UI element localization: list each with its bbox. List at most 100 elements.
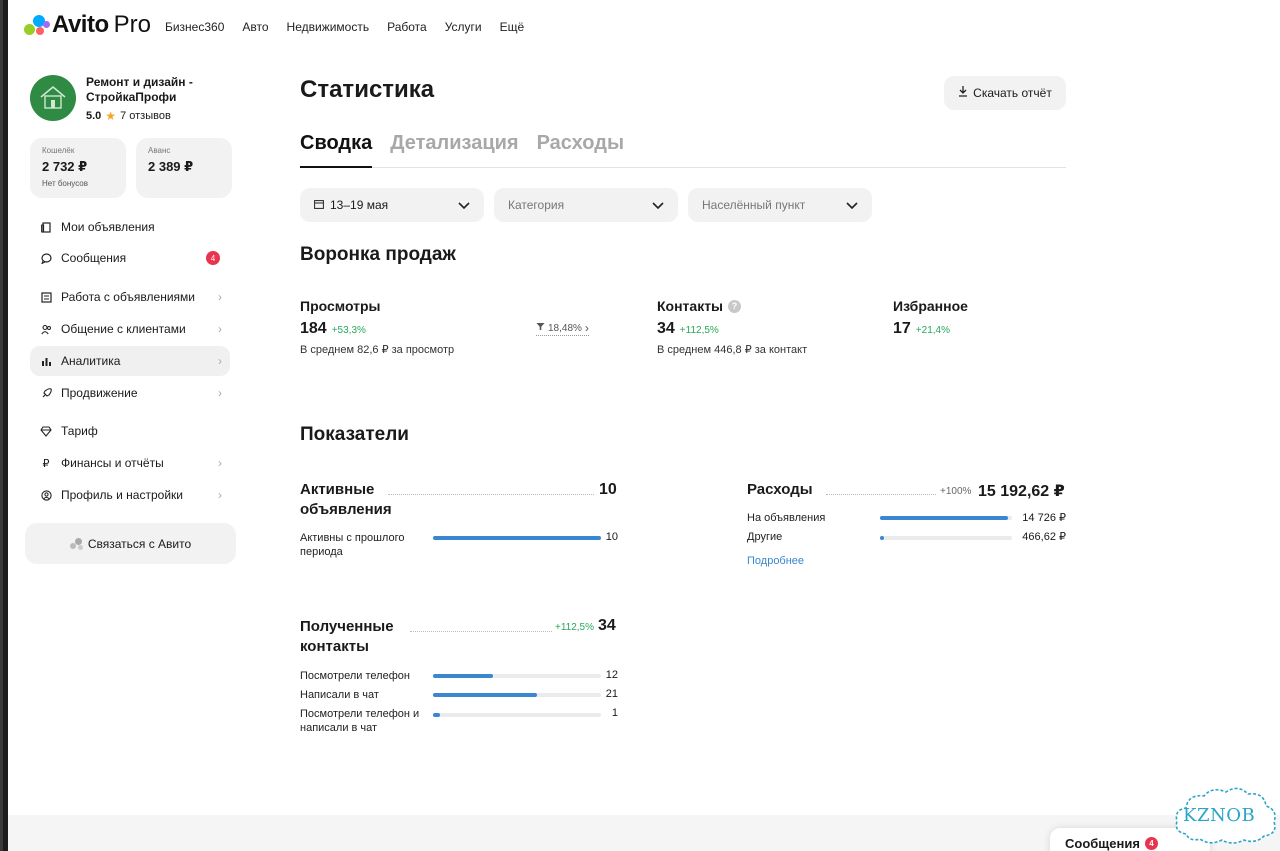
conversion-value: 18,48% <box>548 322 582 334</box>
chevron-right-icon: › <box>218 322 222 336</box>
city-placeholder: Населённый пункт <box>702 198 806 212</box>
city-select[interactable]: Населённый пункт <box>688 188 872 222</box>
views-average: В среднем 82,6 ₽ за просмотр <box>300 344 455 356</box>
contacts-chat-value: 21 <box>605 688 618 700</box>
contacts-average: В среднем 446,8 ₽ за контакт <box>657 344 808 356</box>
expenses-title: Расходы <box>747 481 813 498</box>
dotted-leader <box>410 631 552 632</box>
expenses-value: 15 192,62 ₽ <box>978 483 1065 500</box>
download-icon <box>958 86 968 100</box>
chevron-right-icon: › <box>218 354 222 368</box>
expenses-ads-value: 14 726 ₽ <box>1022 512 1066 524</box>
stats-tabs: Сводка Детализация Расходы <box>300 130 1066 168</box>
date-range-value: 13–19 мая <box>330 198 389 212</box>
sidebar-item-my-ads[interactable]: Мои объявления <box>30 212 230 242</box>
dotted-leader <box>826 494 936 495</box>
contacts-both-value: 1 <box>611 707 618 719</box>
sidebar-item-analytics[interactable]: Аналитика › <box>30 346 230 376</box>
page-title: Статистика <box>300 76 435 103</box>
sidebar-item-label: Работа с объявлениями <box>61 290 195 304</box>
favorites-delta: +21,4% <box>915 325 950 336</box>
sidebar-item-finance[interactable]: ₽ Финансы и отчёты › <box>30 448 230 478</box>
sidebar-item-label: Финансы и отчёты <box>61 456 164 470</box>
date-range-select[interactable]: 13–19 мая <box>300 188 484 222</box>
tab-expenses[interactable]: Расходы <box>537 130 624 168</box>
star-icon: ★ <box>105 109 117 123</box>
watermark-text: KZNOB <box>1183 805 1256 826</box>
sidebar-item-promotion[interactable]: Продвижение › <box>30 378 230 408</box>
wallet-card[interactable]: Кошелёк 2 732 ₽ Нет бонусов <box>30 138 126 198</box>
views-delta: +53,3% <box>331 325 366 336</box>
nav-link-realty[interactable]: Недвижимость <box>287 20 370 34</box>
views-label: Просмотры <box>300 298 381 314</box>
nav-link-more[interactable]: Ещё <box>500 20 525 34</box>
help-icon[interactable]: ? <box>728 299 742 313</box>
sidebar-item-label: Продвижение <box>61 386 138 400</box>
chevron-right-icon: › <box>218 386 222 400</box>
advance-label: Аванс <box>148 146 171 155</box>
chevron-right-icon: › <box>584 321 589 335</box>
reviews-link[interactable]: 7 отзывов <box>120 110 171 122</box>
funnel-views: Просмотры 184 +53,3% В среднем 82,6 ₽ за… <box>300 298 454 356</box>
top-navigation: Avito Pro Бизнес360 Авто Недвижимость Ра… <box>24 10 524 40</box>
messages-widget-badge: 4 <box>1144 836 1158 850</box>
indicators-heading: Показатели <box>300 424 409 445</box>
sidebar-item-ads-work[interactable]: Работа с объявлениями › <box>30 282 230 312</box>
conversion-rate[interactable]: 18,48% › <box>536 321 589 336</box>
chevron-down-icon <box>846 198 858 213</box>
favorites-label: Избранное <box>893 298 968 314</box>
avito-logo-icon <box>24 13 50 37</box>
expenses-ads-bar-fill <box>880 516 1009 520</box>
chevron-down-icon <box>458 198 470 213</box>
category-select[interactable]: Категория <box>494 188 678 222</box>
contacts-both-bar-fill <box>433 713 440 717</box>
expenses-other-bar-fill <box>880 536 884 540</box>
expenses-other-value: 466,62 ₽ <box>1022 531 1066 543</box>
avatar[interactable] <box>30 75 76 121</box>
tab-details[interactable]: Детализация <box>390 130 518 168</box>
advance-card[interactable]: Аванс 2 389 ₽ <box>136 138 232 198</box>
active-ads-row-label: Активны с прошлого периода <box>300 532 405 558</box>
people-icon <box>40 323 52 335</box>
expenses-more-link[interactable]: Подробнее <box>747 555 804 567</box>
contacts-phone-label: Посмотрели телефон <box>300 670 410 682</box>
funnel-favorites: Избранное 17 +21,4% <box>893 298 968 338</box>
favorites-value: 17 <box>893 320 911 337</box>
wallet-label: Кошелёк <box>42 146 75 155</box>
diamond-icon <box>40 425 52 437</box>
contacts-chat-bar <box>433 693 601 697</box>
sidebar-item-label: Аналитика <box>61 354 121 368</box>
logo-text: Avito <box>52 11 109 38</box>
sidebar-item-clients[interactable]: Общение с клиентами › <box>30 314 230 344</box>
contacts-phone-bar <box>433 674 601 678</box>
sidebar-item-profile[interactable]: Профиль и настройки › <box>30 480 230 510</box>
active-ads-title: Активные объявления <box>300 481 392 518</box>
nav-link-business360[interactable]: Бизнес360 <box>165 20 224 34</box>
ruble-icon: ₽ <box>42 457 50 470</box>
nav-link-services[interactable]: Услуги <box>445 20 482 34</box>
contact-avito-button[interactable]: Связаться с Авито <box>25 523 236 564</box>
sidebar-item-label: Мои объявления <box>61 220 155 234</box>
contacts-delta: +112,5% <box>679 325 719 336</box>
sidebar-item-tariff[interactable]: Тариф <box>30 416 230 446</box>
received-contacts-value: 34 <box>598 617 616 634</box>
nav-link-auto[interactable]: Авто <box>242 20 268 34</box>
received-contacts-title: Полученные контакты <box>300 618 394 655</box>
active-ads-bar-fill <box>433 536 601 540</box>
expenses-ads-label: На объявления <box>747 512 826 524</box>
house-icon <box>40 85 66 109</box>
company-name: Ремонт и дизайн - СтройкаПрофи <box>86 75 193 104</box>
contacts-both-bar <box>433 713 601 717</box>
download-report-button[interactable]: Скачать отчёт <box>944 76 1066 110</box>
avito-pro-logo[interactable]: Avito Pro <box>24 11 151 39</box>
nav-link-jobs[interactable]: Работа <box>387 20 427 34</box>
download-report-label: Скачать отчёт <box>973 86 1052 100</box>
rating-score: 5.0 <box>86 110 102 122</box>
received-contacts-delta: +112,5% <box>555 622 595 633</box>
chevron-down-icon <box>652 198 664 213</box>
expenses-other-bar <box>880 536 1012 540</box>
sidebar-item-messages[interactable]: Сообщения 4 <box>30 243 230 273</box>
company-profile[interactable]: Ремонт и дизайн - СтройкаПрофи 5.0 ★ 7 о… <box>30 75 216 123</box>
contacts-both-label: Посмотрели телефон и написали в чат <box>300 708 420 734</box>
tab-summary[interactable]: Сводка <box>300 130 373 168</box>
